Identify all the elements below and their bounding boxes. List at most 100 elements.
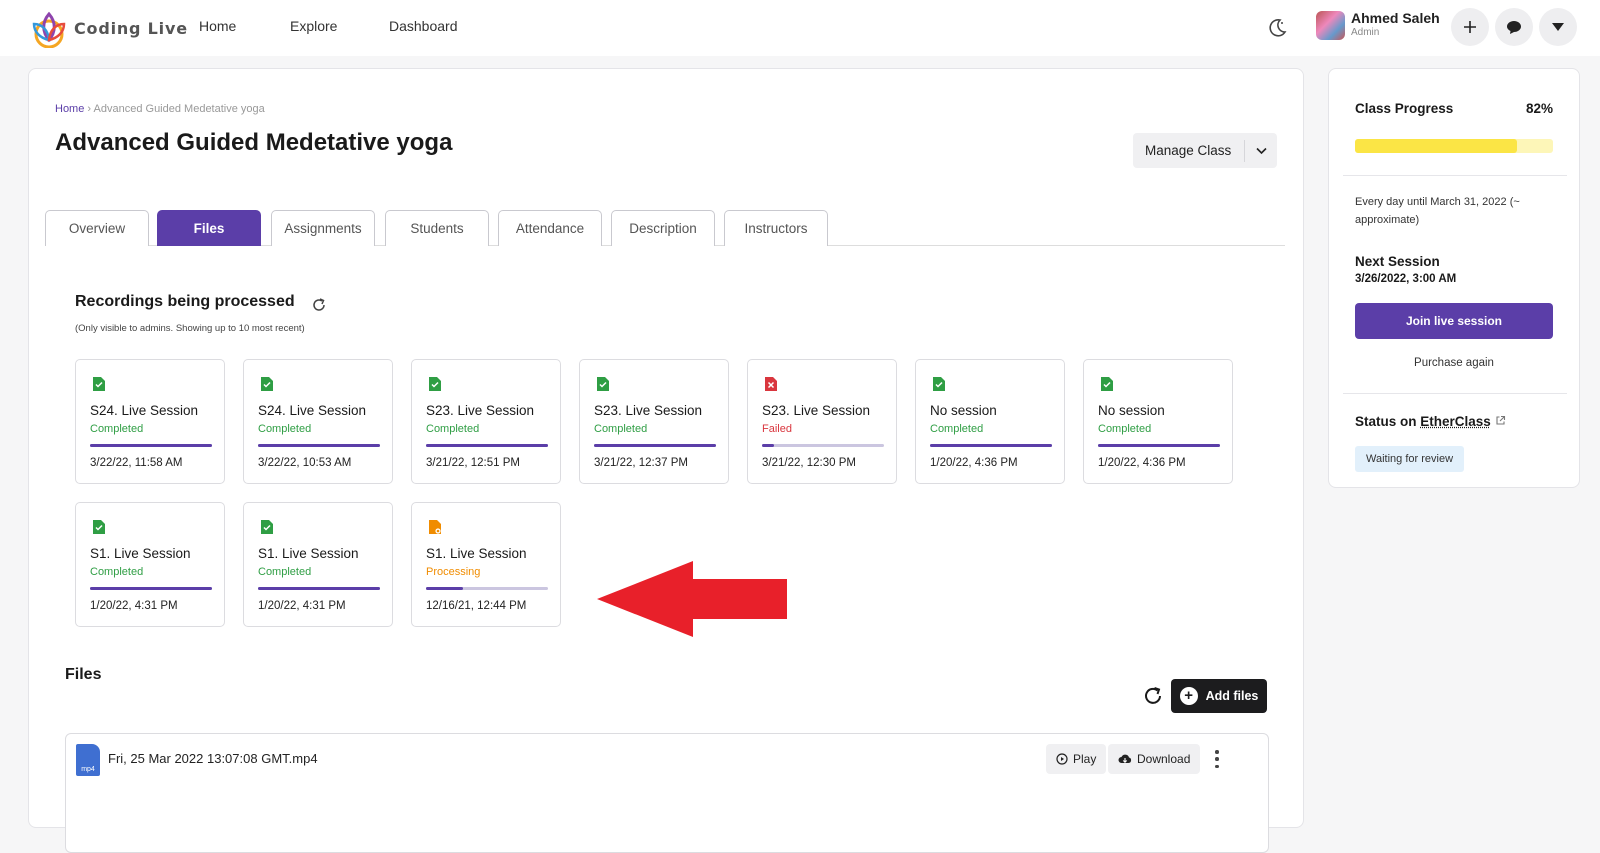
file-check-icon <box>429 377 441 391</box>
breadcrumb-separator: › <box>87 103 92 115</box>
logo[interactable]: Coding Live <box>28 8 188 48</box>
logo-text: Coding Live <box>74 18 188 38</box>
recording-progress-bar <box>762 444 884 447</box>
files-title: Files <box>65 666 102 683</box>
recording-progress-fill <box>426 587 463 590</box>
plus-circle-icon: + <box>1179 687 1198 705</box>
recording-status: Failed <box>762 423 792 435</box>
dark-mode-toggle-icon[interactable] <box>1266 17 1288 39</box>
tab-instructors[interactable]: Instructors <box>724 210 828 246</box>
recording-card[interactable]: S1. Live Session Completed 1/20/22, 4:31 P… <box>243 502 393 627</box>
recording-name: S24. Live Session <box>258 403 367 418</box>
schedule-text: Every day until March 31, 2022 (~ approx… <box>1355 196 1520 226</box>
class-progress-bar <box>1355 139 1553 153</box>
recording-progress-bar <box>426 444 548 447</box>
tab-files[interactable]: Files <box>157 210 261 246</box>
recording-card[interactable]: S23. Live Session Failed 3/21/22, 12:30 PM <box>747 359 897 484</box>
recording-progress-fill <box>90 444 212 447</box>
refresh-recordings-icon[interactable] <box>311 297 327 313</box>
status-badge: Waiting for review <box>1355 446 1465 472</box>
recording-status: Completed <box>1098 423 1152 435</box>
recording-card[interactable]: S23. Live Session Completed 3/21/22, 12:51… <box>411 359 561 484</box>
recording-card[interactable]: S1. Live Session Completed 1/20/22, 4:31 P… <box>75 502 225 627</box>
purchase-again-link[interactable]: Purchase again <box>1355 357 1553 369</box>
download-label: Download <box>1137 752 1191 766</box>
recording-date: 12/16/21, 12:44 PM <box>426 600 527 612</box>
recording-status: Completed <box>930 423 984 435</box>
recording-card[interactable]: No session Completed 1/20/22, 4:36 PM <box>915 359 1065 484</box>
recording-name: S23. Live Session <box>762 403 871 418</box>
more-options-icon[interactable] <box>1214 750 1220 768</box>
recording-name: No session <box>930 403 997 418</box>
recording-progress-fill <box>762 444 775 447</box>
recording-card[interactable]: S23. Live Session Completed 3/21/22, 12:37… <box>579 359 729 484</box>
recording-status: Completed <box>90 566 144 578</box>
recording-progress-bar <box>90 587 212 590</box>
file-name[interactable]: Fri, 25 Mar 2022 13:07:08 GMT.mp4 <box>108 751 318 766</box>
recording-progress-bar <box>1098 444 1220 447</box>
avatar <box>1316 10 1345 40</box>
recording-date: 1/20/22, 4:31 PM <box>258 600 346 612</box>
status-platform-link[interactable]: EtherClass <box>1420 414 1491 429</box>
file-check-icon <box>261 520 273 534</box>
chevron-down-icon <box>1245 143 1277 158</box>
recording-card[interactable]: S24. Live Session Completed 3/22/22, 11:58… <box>75 359 225 484</box>
class-progress-fill <box>1355 139 1518 153</box>
recording-card[interactable]: No session Completed 1/20/22, 4:36 PM <box>1083 359 1233 484</box>
user-menu[interactable]: Ahmed Saleh Admin <box>1316 10 1440 40</box>
nav-dashboard[interactable]: Dashboard <box>389 18 458 34</box>
class-progress-label: Class Progress <box>1355 101 1454 116</box>
recording-status: Completed <box>258 423 312 435</box>
play-button[interactable]: Play <box>1046 744 1107 774</box>
recording-progress-bar <box>90 444 212 447</box>
chat-bubble-icon <box>1507 21 1521 34</box>
page-title: Advanced Guided Medetative yoga <box>55 129 453 156</box>
tab-students[interactable]: Students <box>385 210 489 246</box>
file-check-icon <box>93 520 105 534</box>
file-check-icon <box>597 377 609 391</box>
recording-status: Processing <box>426 566 481 578</box>
recording-card[interactable]: S1. Live Session Processing 12/16/21, 12:4… <box>411 502 561 627</box>
refresh-files-icon[interactable] <box>1142 685 1164 707</box>
join-live-session-button[interactable]: Join live session <box>1355 303 1553 339</box>
nav-explore[interactable]: Explore <box>290 18 337 34</box>
recording-name: S1. Live Session <box>90 546 191 561</box>
play-label: Play <box>1073 752 1097 766</box>
recording-progress-bar <box>258 444 380 447</box>
recording-status: Completed <box>258 566 312 578</box>
external-link-icon[interactable] <box>1495 415 1506 426</box>
file-error-icon <box>765 377 777 391</box>
breadcrumb-home[interactable]: Home <box>55 103 84 115</box>
manage-class-dropdown[interactable]: Manage Class <box>1133 133 1277 168</box>
dropdown-button[interactable] <box>1539 8 1577 46</box>
user-name: Ahmed Saleh <box>1351 10 1440 26</box>
tab-assignments[interactable]: Assignments <box>271 210 375 246</box>
recording-progress-fill <box>90 587 212 590</box>
recording-name: S1. Live Session <box>258 546 359 561</box>
tab-description[interactable]: Description <box>611 210 715 246</box>
recording-date: 3/22/22, 11:58 AM <box>90 457 183 469</box>
tab-overview[interactable]: Overview <box>45 210 149 246</box>
nav-home[interactable]: Home <box>199 18 236 34</box>
recording-date: 3/22/22, 10:53 AM <box>258 457 352 469</box>
recording-progress-fill <box>1098 444 1220 447</box>
tab-attendance[interactable]: Attendance <box>498 210 602 246</box>
recording-status: Completed <box>594 423 648 435</box>
recordings-title: Recordings being processed <box>75 293 295 310</box>
download-button[interactable]: Download <box>1108 744 1201 774</box>
divider <box>1343 393 1567 394</box>
file-check-icon <box>933 377 945 391</box>
messages-button[interactable] <box>1495 8 1533 46</box>
recording-status: Completed <box>90 423 144 435</box>
file-row: mp4 Fri, 25 Mar 2022 13:07:08 GMT.mp4 Pl… <box>65 733 1269 853</box>
recording-status: Completed <box>426 423 480 435</box>
recording-progress-fill <box>594 444 716 447</box>
manage-class-label: Manage Class <box>1133 139 1245 162</box>
add-button[interactable] <box>1451 8 1489 46</box>
breadcrumb-current: Advanced Guided Medetative yoga <box>93 103 265 115</box>
add-files-button[interactable]: + Add files <box>1171 679 1267 713</box>
recording-card[interactable]: S24. Live Session Completed 3/22/22, 10:53… <box>243 359 393 484</box>
recording-date: 3/21/22, 12:30 PM <box>762 457 856 469</box>
plus-icon <box>1464 21 1476 33</box>
recordings-subtitle: (Only visible to admins. Showing up to 1… <box>75 323 305 334</box>
